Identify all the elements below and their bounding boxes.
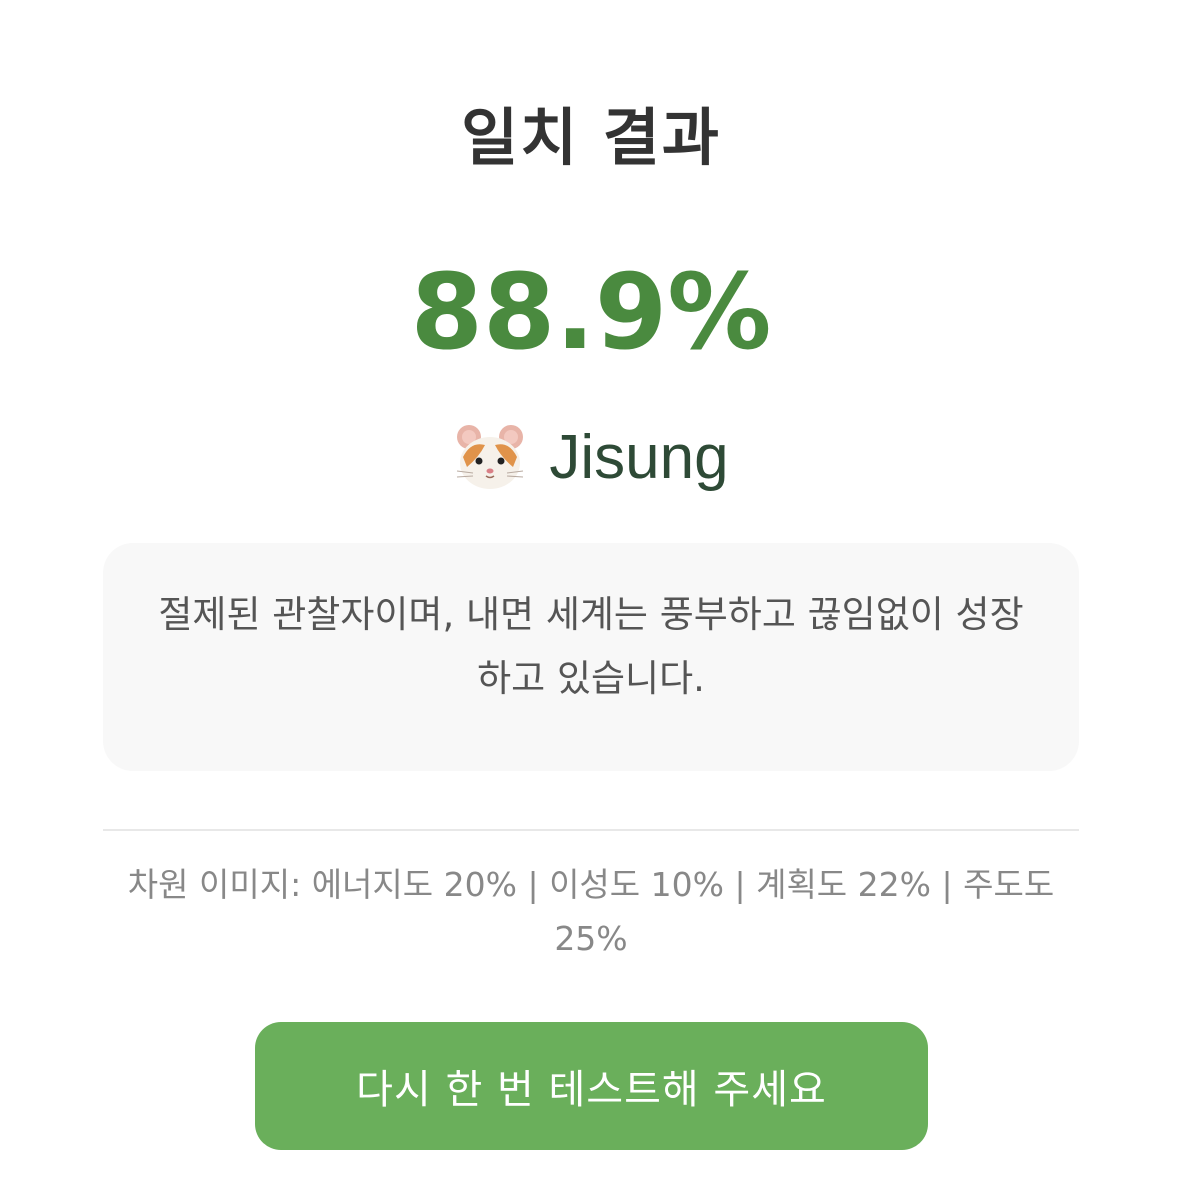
match-score: 88.9% bbox=[410, 251, 772, 373]
character-name: Jisung bbox=[549, 423, 729, 492]
retry-test-button[interactable]: 다시 한 번 테스트해 주세요 bbox=[255, 1022, 928, 1150]
page-title: 일치 결과 bbox=[461, 101, 721, 174]
dimension-summary: 차원 이미지: 에너지도 20% | 이성도 10% | 계획도 22% | 주… bbox=[127, 865, 1055, 958]
divider bbox=[103, 829, 1079, 831]
description-card: 절제된 관찰자이며, 내면 세계는 풍부하고 끊임없이 성장하고 있습니다. bbox=[103, 543, 1079, 771]
hamster-icon bbox=[453, 421, 527, 495]
character-row: Jisung bbox=[0, 418, 1182, 498]
result-page: 일치 결과 88.9% Jisung 절제된 관찰자이며, 내면 세계는 풍부하… bbox=[0, 0, 1182, 1200]
description-text: 절제된 관찰자이며, 내면 세계는 풍부하고 끊임없이 성장하고 있습니다. bbox=[158, 593, 1024, 700]
